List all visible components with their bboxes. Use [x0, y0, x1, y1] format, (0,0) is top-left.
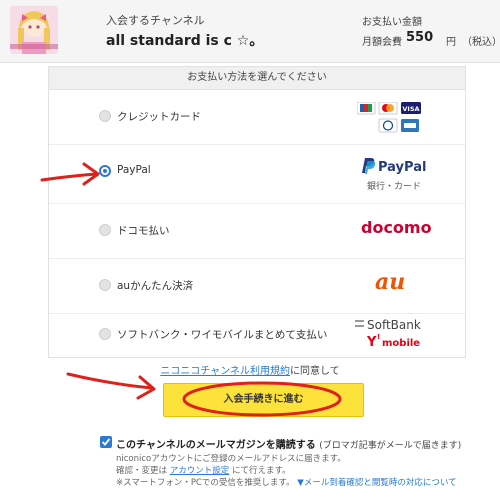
annotation-circle-button: [182, 381, 342, 417]
newsletter-line-1: niconicoアカウントにご登録のメールアドレスに届きます。: [116, 454, 346, 464]
mail-arrival-link[interactable]: ▼メール到着確認と閲覧時の対応について: [297, 478, 456, 488]
newsletter-line-2-text: 確認・変更は: [116, 466, 168, 476]
newsletter-line-3: ※スマートフォン・PCでの受信を推奨します。 ▼メール到着確認と閲覧時の対応につ…: [116, 477, 457, 489]
newsletter-line-2-suffix: にて行えます。: [231, 466, 291, 476]
newsletter-note: (ブロマガ記事がメールで届きます): [319, 441, 462, 451]
annotation-arrow-paypal: [40, 172, 98, 182]
newsletter-title: このチャンネルのメールマガジンを購読する: [116, 440, 316, 451]
annotation-overlay: [40, 162, 342, 417]
newsletter-description: niconicoアカウントにご登録のメールアドレスに届きます。 確認・変更は ア…: [116, 453, 457, 489]
newsletter-checkbox[interactable]: [100, 436, 112, 448]
newsletter-line-2: 確認・変更は アカウント設定 にて行えます。: [116, 465, 457, 477]
newsletter-label[interactable]: このチャンネルのメールマガジンを購読する (ブロマガ記事がメールで届きます): [116, 436, 461, 451]
account-settings-link[interactable]: アカウント設定: [170, 466, 230, 476]
newsletter-line-3-text: ※スマートフォン・PCでの受信を推奨します。: [116, 478, 295, 488]
